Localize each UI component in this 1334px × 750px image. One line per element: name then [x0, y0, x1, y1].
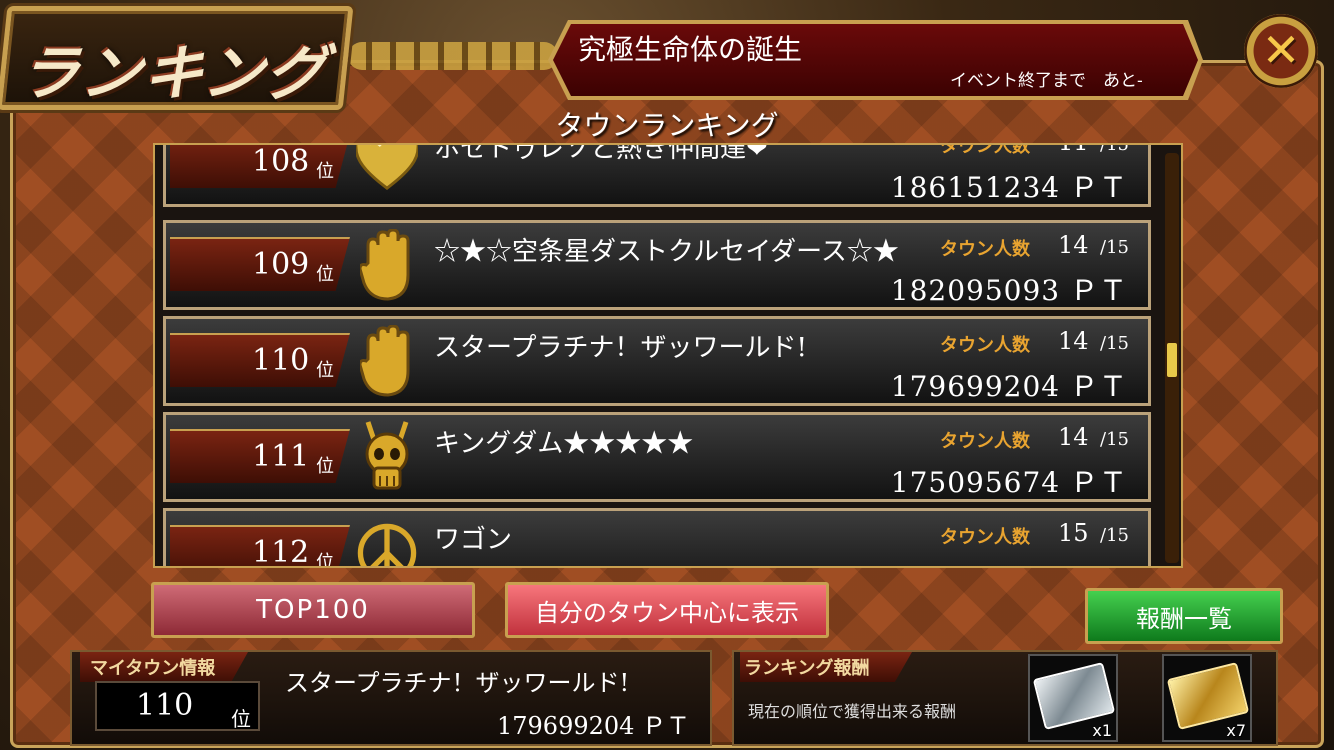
heart-icon [356, 145, 418, 200]
center-my-town-button[interactable]: 自分のタウン中心に表示 [505, 582, 829, 638]
reward-list-button[interactable]: 報酬一覧 [1085, 588, 1283, 644]
members-count: 14 [1058, 327, 1089, 355]
town-points: 179699204 ＰＴ [890, 370, 1128, 403]
rank-plate: 110 位 [170, 333, 350, 387]
town-name: ホセトゥレソと熱き仲間達❤ [434, 143, 768, 164]
members-count: 15 [1058, 519, 1089, 547]
top100-button[interactable]: TOP100 [151, 582, 475, 638]
members-max: /15 [1100, 237, 1129, 258]
scrollbar-thumb[interactable] [1167, 343, 1177, 377]
rank-plate: 111 位 [170, 429, 350, 483]
my-town-points: 179699204 ＰＴ [497, 712, 691, 740]
rank-suffix: 位 [316, 360, 334, 381]
my-town-tag-label: マイタウン情報 [90, 658, 216, 679]
close-button[interactable]: ✕ [1244, 14, 1318, 88]
rank-suffix: 位 [316, 456, 334, 477]
town-points: 186151234 ＰＴ [890, 171, 1128, 204]
members-label: タウン人数 [940, 527, 1030, 548]
members-max: /15 [1100, 525, 1129, 546]
members-count: 11 [1058, 145, 1089, 156]
ranking-reward-tag-label: ランキング報酬 [744, 658, 870, 679]
ranking-logo-text: ランキング [15, 39, 332, 109]
members-count: 14 [1058, 423, 1089, 451]
members-max: /15 [1100, 143, 1129, 155]
rank-number: 112 [252, 535, 310, 568]
members-label: タウン人数 [940, 335, 1030, 356]
rank-number: 110 [252, 343, 310, 378]
rank-number: 111 [252, 439, 310, 474]
hand-icon [356, 323, 418, 399]
rank-number: 108 [252, 144, 310, 179]
rank-plate: 108 位 [170, 144, 350, 188]
event-countdown: イベント終了まで あと- [950, 71, 1143, 91]
section-title: タウンランキング [555, 109, 779, 142]
ranking-row[interactable]: 108 位 ホセトゥレソと熱き仲間達❤ タウン人数 11 /15 1861512… [163, 143, 1151, 207]
members-label: タウン人数 [940, 239, 1030, 260]
event-title: 究極生命体の誕生 [578, 33, 803, 66]
reward-item[interactable]: x7 [1162, 654, 1252, 742]
gold-ticket-icon [1166, 662, 1250, 730]
rank-plate: 109 位 [170, 237, 350, 291]
town-points: 182095093 ＰＴ [890, 274, 1128, 307]
scrollbar[interactable] [1165, 153, 1179, 563]
ranking-row[interactable]: 112 位 ワゴン タウン人数 15 /15 [163, 508, 1151, 568]
town-name: キングダム★★★★★ [434, 429, 694, 459]
members-max: /15 [1100, 429, 1129, 450]
ranking-row[interactable]: 109 位 ☆★☆空条星ダストクルセイダース☆★ タウン人数 14 /15 18… [163, 220, 1151, 310]
my-rank-suffix: 位 [231, 707, 251, 731]
members-label: タウン人数 [940, 143, 1030, 157]
peace-icon [356, 515, 418, 566]
members-max: /15 [1100, 333, 1129, 354]
reward-quantity: x7 [1226, 721, 1246, 740]
my-town-name: スタープラチナ！ザッワールド! [285, 669, 630, 697]
town-name: ワゴン [434, 525, 513, 555]
close-icon: ✕ [1261, 23, 1301, 77]
rank-suffix: 位 [316, 161, 334, 182]
town-points: 175095674 ＰＴ [890, 466, 1128, 499]
members-label: タウン人数 [940, 431, 1030, 452]
rank-suffix: 位 [316, 264, 334, 285]
silver-ticket-icon [1032, 662, 1116, 730]
ranking-row[interactable]: 111 位 キングダム★★★★★ タウン人数 14 /15 175095674 … [163, 412, 1151, 502]
ranking-reward-tag: ランキング報酬 [740, 652, 912, 682]
town-name: スタープラチナ！ザッワールド! [434, 333, 807, 363]
reward-item[interactable]: x1 [1028, 654, 1118, 742]
ranking-reward-description: 現在の順位で獲得出来る報酬 [748, 702, 957, 721]
rank-number: 109 [252, 247, 310, 282]
skull-icon [356, 419, 418, 495]
reward-quantity: x1 [1092, 721, 1112, 740]
town-name: ☆★☆空条星ダストクルセイダース☆★ [434, 237, 899, 267]
rank-suffix: 位 [316, 552, 334, 568]
members-count: 14 [1058, 231, 1089, 259]
my-town-tag: マイタウン情報 [80, 652, 248, 682]
chain-decoration [348, 42, 558, 70]
hand-icon [356, 227, 418, 303]
rank-plate: 112 位 [170, 525, 350, 568]
ranking-row[interactable]: 110 位 スタープラチナ！ザッワールド! タウン人数 14 /15 17969… [163, 316, 1151, 406]
ranking-logo: ランキング [0, 6, 354, 110]
my-rank-number: 110 [136, 688, 194, 723]
ranking-list[interactable]: 108 位 ホセトゥレソと熱き仲間達❤ タウン人数 11 /15 1861512… [153, 143, 1183, 568]
